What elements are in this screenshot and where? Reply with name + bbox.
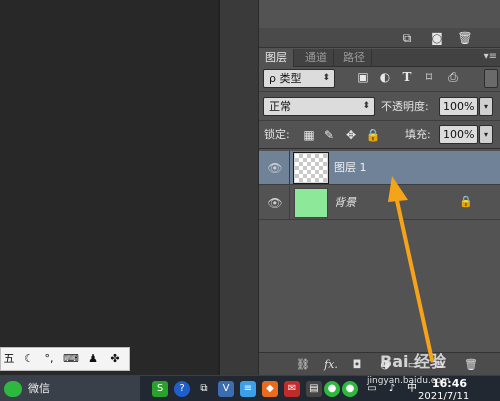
text-filter-icon[interactable]: T: [399, 69, 415, 85]
layer-row-layer1[interactable]: 👁 图层 1: [259, 151, 500, 185]
fill-dropdown-button[interactable]: ▾: [479, 125, 493, 144]
watermark-text: jingyan.baidu.com: [367, 376, 451, 386]
opacity-value: 100%: [443, 100, 475, 113]
panel-action-row: ⧉ ◙ 🗑: [259, 28, 500, 48]
panel-top-strip: [259, 0, 500, 28]
panel-tabs: 图层 通道 路径 ▾≡: [259, 49, 500, 67]
lock-transparent-pixels-icon[interactable]: ▦: [301, 127, 317, 143]
ime-mode-icon[interactable]: 五: [1, 351, 17, 367]
blend-mode-select[interactable]: 正常 ⬍: [263, 97, 375, 116]
taskbar-item-wechat[interactable]: 微信: [0, 376, 140, 401]
ime-toolbar: 五 ☾ °, ⌨ ♟ ✤: [0, 347, 130, 371]
help-icon[interactable]: ?: [174, 381, 190, 397]
display-icon[interactable]: ⧉: [196, 381, 212, 397]
lock-label: 锁定:: [264, 128, 290, 141]
punctuation-icon[interactable]: °,: [41, 351, 57, 367]
lock-all-icon[interactable]: 🔒: [365, 127, 381, 143]
filter-toggle[interactable]: [484, 69, 498, 88]
shield-icon[interactable]: ◆: [262, 381, 278, 397]
filter-kind-label: ρ 类型: [269, 72, 302, 85]
trash-icon[interactable]: 🗑: [457, 30, 473, 46]
lock-row: 锁定: ▦ ✎ ✥ 🔒 填充: 100% ▾: [259, 124, 500, 146]
lock-icon: 🔒: [459, 195, 473, 208]
smart-object-filter-icon[interactable]: ⎙: [445, 69, 461, 85]
add-mask-icon[interactable]: ◘: [349, 357, 365, 372]
layer-row-background[interactable]: 👁 背景 🔒: [259, 186, 500, 220]
filter-kind-select[interactable]: ρ 类型 ⬍: [263, 69, 335, 88]
wechat-icon: [4, 381, 22, 397]
sogou-icon[interactable]: S: [152, 381, 168, 397]
layer-name[interactable]: 背景: [334, 186, 356, 220]
image-filter-icon[interactable]: ▣: [355, 69, 371, 85]
user-icon[interactable]: ♟: [85, 351, 101, 367]
divider: [259, 148, 500, 149]
blend-mode-value: 正常: [269, 100, 291, 113]
opacity-input[interactable]: 100%: [439, 97, 478, 116]
layers-panel: ⧉ ◙ 🗑 图层 通道 路径 ▾≡ ρ 类型 ⬍ ▣ ◐ T ⌑ ⎙ 正常 ⬍ …: [258, 0, 500, 375]
chevron-updown-icon: ⬍: [362, 101, 370, 111]
fill-label: 填充:: [405, 128, 431, 141]
app-icon[interactable]: ▤: [306, 381, 322, 397]
eye-icon[interactable]: 👁: [267, 195, 283, 211]
tab-paths[interactable]: 路径: [337, 49, 372, 67]
panel-gutter: [218, 0, 258, 375]
trash-icon[interactable]: 🗑: [463, 357, 479, 372]
document-canvas[interactable]: [0, 0, 218, 355]
wechat-tray-icon[interactable]: ●: [342, 381, 358, 397]
fx-button[interactable]: fx.: [323, 357, 339, 372]
divider: [259, 120, 500, 121]
chevron-updown-icon: ⬍: [322, 73, 330, 83]
blend-row: 正常 ⬍ 不透明度: 100% ▾: [259, 96, 500, 118]
tab-layers[interactable]: 图层: [259, 49, 294, 67]
new-group-icon[interactable]: ⧉: [399, 30, 415, 46]
grid-icon[interactable]: ✤: [107, 351, 123, 367]
opacity-dropdown-button[interactable]: ▾: [479, 97, 493, 116]
watermark-logo: Bai 经验: [380, 352, 447, 371]
layer-thumbnail[interactable]: [294, 188, 328, 218]
lock-image-pixels-icon[interactable]: ✎: [321, 127, 337, 143]
layer-name[interactable]: 图层 1: [334, 151, 367, 185]
lock-position-icon[interactable]: ✥: [343, 127, 359, 143]
app-icon[interactable]: ✉: [284, 381, 300, 397]
layer-thumbnail[interactable]: [293, 152, 329, 184]
link-layers-icon[interactable]: ⛓: [295, 357, 311, 372]
eye-icon[interactable]: 👁: [267, 160, 283, 176]
adjustment-filter-icon[interactable]: ◐: [377, 69, 393, 85]
app-icon[interactable]: V: [218, 381, 234, 397]
fill-value: 100%: [443, 128, 475, 141]
tab-channels[interactable]: 通道: [299, 49, 334, 67]
wechat-tray-icon[interactable]: ●: [324, 381, 340, 397]
wechat-label: 微信: [28, 382, 50, 395]
camera-icon[interactable]: ◙: [429, 30, 445, 46]
keyboard-icon[interactable]: ⌨: [63, 351, 79, 367]
divider: [259, 91, 500, 92]
shape-filter-icon[interactable]: ⌑: [421, 69, 437, 85]
opacity-label: 不透明度:: [381, 100, 429, 113]
app-icon[interactable]: ≡: [240, 381, 256, 397]
clock-date[interactable]: 2021/7/11: [418, 391, 469, 401]
filter-row: ρ 类型 ⬍ ▣ ◐ T ⌑ ⎙: [259, 68, 500, 90]
panel-menu-icon[interactable]: ▾≡: [484, 51, 497, 62]
moon-icon[interactable]: ☾: [21, 351, 37, 367]
fill-input[interactable]: 100%: [439, 125, 478, 144]
